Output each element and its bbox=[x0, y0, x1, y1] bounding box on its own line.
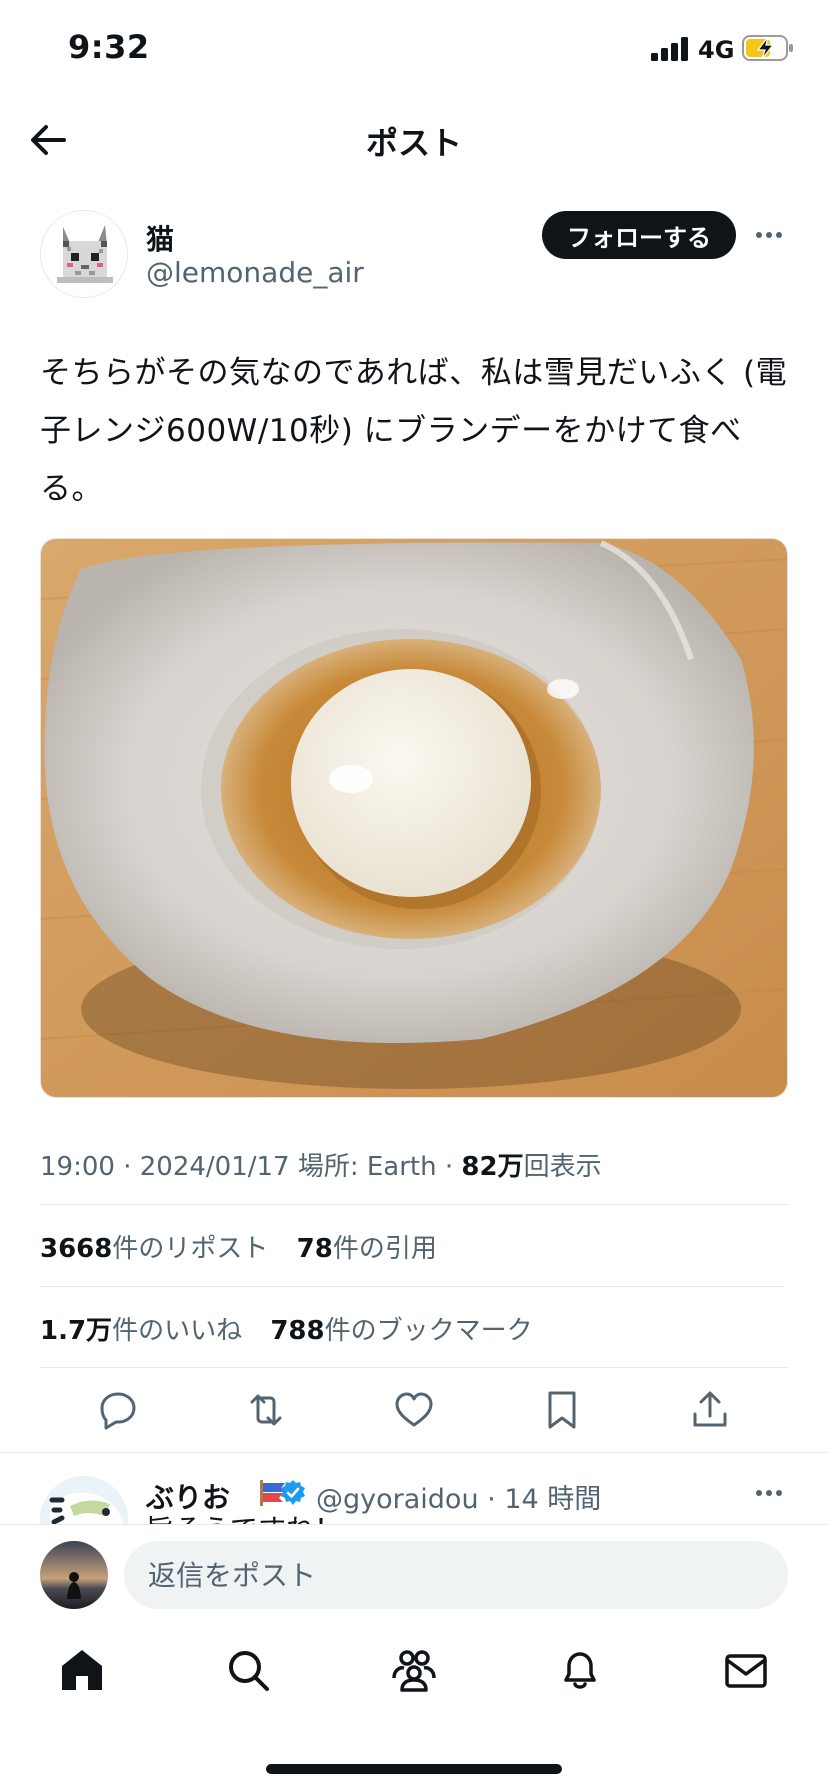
likes-count: 1.7万 bbox=[40, 1316, 113, 1346]
reply-handle-time: @gyoraidou · 14 時間 bbox=[316, 1484, 602, 1515]
home-indicator bbox=[266, 1764, 562, 1774]
home-icon[interactable] bbox=[58, 1646, 106, 1694]
author-name[interactable]: 猫 bbox=[146, 218, 174, 258]
network-label: 4G bbox=[698, 36, 735, 64]
reply-handle[interactable]: @gyoraidou bbox=[316, 1484, 479, 1515]
daifuku-bowl-photo bbox=[41, 539, 787, 1097]
stats-row-reposts: 3668件のリポスト 78件の引用 bbox=[40, 1228, 437, 1265]
author-handle[interactable]: @lemonade_air bbox=[146, 256, 364, 289]
verified-badge-icon bbox=[281, 1480, 305, 1505]
tweet-location: 場所: Earth bbox=[297, 1152, 437, 1182]
follow-button[interactable]: フォローする bbox=[542, 211, 736, 259]
quotes-link[interactable]: 78件の引用 bbox=[297, 1234, 437, 1264]
reposts-label: 件のリポスト bbox=[112, 1234, 269, 1264]
my-avatar[interactable] bbox=[40, 1541, 108, 1609]
signal-icon bbox=[651, 37, 688, 61]
reposts-count: 3668 bbox=[40, 1234, 113, 1264]
author-avatar[interactable] bbox=[40, 210, 128, 298]
reposts-link[interactable]: 3668件のリポスト bbox=[40, 1234, 268, 1264]
status-time: 9:32 bbox=[68, 28, 150, 66]
notifications-icon[interactable] bbox=[556, 1646, 604, 1694]
likes-link[interactable]: 1.7万件のいいね bbox=[40, 1316, 242, 1346]
bookmarks-count: 788 bbox=[270, 1316, 325, 1346]
quotes-label: 件の引用 bbox=[332, 1234, 437, 1264]
share-icon[interactable] bbox=[688, 1388, 732, 1432]
messages-icon[interactable] bbox=[722, 1646, 770, 1694]
reply-more-options-icon[interactable] bbox=[754, 1480, 784, 1506]
tweet-photo[interactable] bbox=[40, 538, 788, 1098]
repost-icon[interactable] bbox=[244, 1388, 288, 1432]
battery-charging-icon bbox=[742, 35, 793, 61]
tweet-actions bbox=[0, 1380, 828, 1444]
header: ポスト bbox=[0, 100, 828, 180]
views-label: 回表示 bbox=[523, 1152, 602, 1182]
divider bbox=[40, 1204, 788, 1205]
likes-label: 件のいいね bbox=[112, 1316, 243, 1346]
reply-icon[interactable] bbox=[96, 1388, 140, 1432]
page-title: ポスト bbox=[365, 124, 462, 162]
divider bbox=[40, 1286, 784, 1287]
views-count: 82万 bbox=[461, 1152, 524, 1182]
more-options-icon[interactable] bbox=[754, 222, 784, 248]
divider bbox=[40, 1367, 788, 1368]
bookmarks-label: 件のブックマーク bbox=[324, 1316, 533, 1346]
tab-bar bbox=[0, 1624, 828, 1724]
reply-input[interactable] bbox=[124, 1541, 788, 1609]
reply-composer bbox=[0, 1524, 828, 1624]
bookmark-icon[interactable] bbox=[540, 1388, 584, 1432]
communities-icon[interactable] bbox=[390, 1646, 438, 1694]
search-icon[interactable] bbox=[224, 1646, 272, 1694]
like-icon[interactable] bbox=[392, 1388, 436, 1432]
pixel-cat-avatar-image bbox=[41, 211, 127, 297]
sunset-silhouette-avatar-image bbox=[40, 1541, 108, 1609]
quotes-count: 78 bbox=[296, 1234, 333, 1264]
tweet-meta: 19:00 · 2024/01/17 場所: Earth · 82万回表示 bbox=[40, 1152, 602, 1182]
reply-author-name[interactable]: ぶりお bbox=[146, 1476, 230, 1516]
tweet-date: 2024/01/17 bbox=[139, 1152, 290, 1182]
tweet-time: 19:00 bbox=[40, 1152, 115, 1182]
reply-time: 14 時間 bbox=[504, 1484, 602, 1515]
bookmarks-link[interactable]: 788件のブックマーク bbox=[270, 1316, 532, 1346]
status-bar: 9:32 4G bbox=[0, 0, 828, 100]
divider bbox=[0, 1452, 828, 1453]
tweet-text: そちらがその気なのであれば、私は雪見だいふく (電子レンジ600W/10秒) に… bbox=[40, 355, 788, 507]
stats-row-likes: 1.7万件のいいね 788件のブックマーク bbox=[40, 1310, 533, 1347]
